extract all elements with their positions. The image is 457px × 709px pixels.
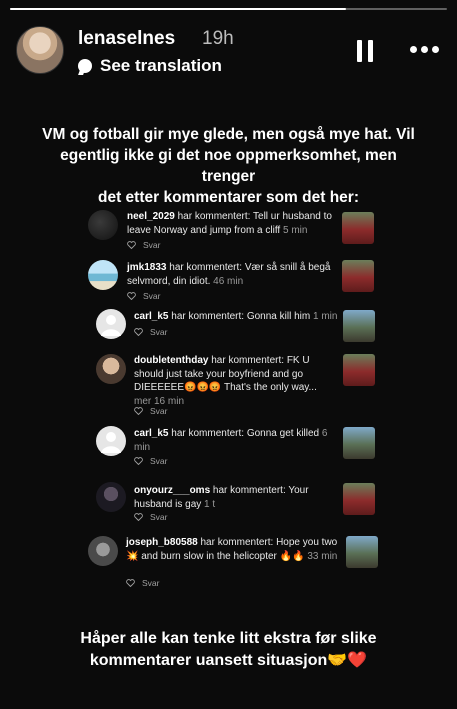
commenter-avatar <box>96 482 126 512</box>
post-thumbnail <box>342 260 374 292</box>
commenter-avatar <box>96 354 126 384</box>
heart-icon[interactable] <box>134 457 143 465</box>
heart-icon[interactable] <box>126 579 135 587</box>
speech-bubble-icon <box>78 59 92 73</box>
post-time: 19h <box>202 28 234 49</box>
more-dot-icon <box>410 46 417 53</box>
story-footer-text: Håper alle kan tenke litt ekstra før sli… <box>30 628 427 672</box>
comment-username: joseph_b80588 <box>126 537 198 548</box>
comment-text: carl_k5 har kommentert: Gonna get killed… <box>134 427 334 454</box>
comment-time: 46 min <box>210 275 244 287</box>
reply-button[interactable]: Svar <box>150 327 167 337</box>
comment-username: doubletenthday <box>134 355 209 366</box>
comment-actions: Svar <box>134 512 167 522</box>
heart-icon[interactable] <box>134 513 143 521</box>
story-progress-bar <box>10 8 447 10</box>
user-avatar[interactable] <box>16 26 64 74</box>
reply-button[interactable]: Svar <box>143 291 160 301</box>
reply-button[interactable]: Svar <box>150 512 167 522</box>
commenter-avatar <box>88 210 118 240</box>
see-translation-button[interactable]: See translation <box>78 56 222 76</box>
post-thumbnail <box>346 536 378 568</box>
comment-time: 33 min <box>304 550 338 562</box>
pause-icon <box>357 40 362 62</box>
post-thumbnail <box>343 310 375 342</box>
comment-time: 5 min <box>280 224 308 236</box>
commenter-avatar <box>88 536 118 566</box>
comment-username: jmk1833 <box>127 262 167 273</box>
default-avatar-icon <box>96 309 126 339</box>
default-avatar-icon <box>96 426 126 456</box>
reply-button[interactable]: Svar <box>142 578 159 588</box>
comment-text: joseph_b80588 har kommentert: Hope you t… <box>126 536 338 563</box>
caption-line: det etter kommentarer som det her: <box>98 189 359 206</box>
reply-button[interactable]: Svar <box>150 406 167 416</box>
more-dot-icon <box>432 46 439 53</box>
comment-body: har kommentert: Gonna get killed <box>168 428 320 439</box>
comment-text: jmk1833 har kommentert: Vær så snill å b… <box>127 261 332 288</box>
comment-actions: Svar <box>127 291 160 301</box>
pause-button[interactable] <box>357 40 373 62</box>
comment-time: 1 t <box>201 498 216 510</box>
post-thumbnail <box>343 483 375 515</box>
comment-body: har kommentert: Gonna kill him <box>168 311 311 322</box>
comment-text: onyourz___oms har kommentert: Your husba… <box>134 484 334 511</box>
comment-actions: Svar <box>126 578 159 588</box>
comment-time: mer 16 min <box>134 395 185 407</box>
heart-icon[interactable] <box>134 328 143 336</box>
reply-button[interactable]: Svar <box>143 240 160 250</box>
comment-text: doubletenthday har kommentert: FK U shou… <box>134 354 334 408</box>
comment-username: carl_k5 <box>134 311 169 322</box>
post-thumbnail <box>342 212 374 244</box>
comment-text: neel_2029 har kommentert: Tell ur husban… <box>127 210 332 237</box>
comment-username: carl_k5 <box>134 428 169 439</box>
post-thumbnail <box>343 354 375 386</box>
comment-actions: Svar <box>134 327 167 337</box>
more-options-button[interactable] <box>410 46 439 53</box>
see-translation-label: See translation <box>100 56 222 75</box>
footer-line: kommentarer uansett situasjon🤝❤️ <box>89 652 368 669</box>
reply-button[interactable]: Svar <box>150 456 167 466</box>
pause-icon-bar <box>368 40 373 62</box>
username[interactable]: lenaselnes <box>78 28 175 50</box>
story-caption: VM og fotball gir mye glede, men også my… <box>40 124 417 208</box>
more-dot-icon <box>421 46 428 53</box>
heart-icon[interactable] <box>127 241 136 249</box>
comment-actions: Svar <box>127 240 160 250</box>
comment-text: carl_k5 har kommentert: Gonna kill him 1… <box>134 310 339 324</box>
comment-username: onyourz___oms <box>134 485 211 496</box>
footer-line: Håper alle kan tenke litt ekstra før sli… <box>80 630 377 647</box>
comment-actions: Svar <box>134 456 167 466</box>
caption-line: VM og fotball gir mye glede, men også my… <box>42 126 415 143</box>
heart-icon[interactable] <box>134 407 143 415</box>
post-thumbnail <box>343 427 375 459</box>
caption-line: egentlig ikke gi det noe oppmerksomhet, … <box>60 147 397 185</box>
story-progress-fill <box>10 8 347 10</box>
story-header: lenaselnes 19h See translation <box>16 26 441 78</box>
comment-actions: Svar <box>134 406 167 416</box>
comment-time: 1 min <box>310 311 338 322</box>
heart-icon[interactable] <box>127 292 136 300</box>
comment-username: neel_2029 <box>127 211 175 222</box>
commenter-avatar <box>88 260 118 290</box>
